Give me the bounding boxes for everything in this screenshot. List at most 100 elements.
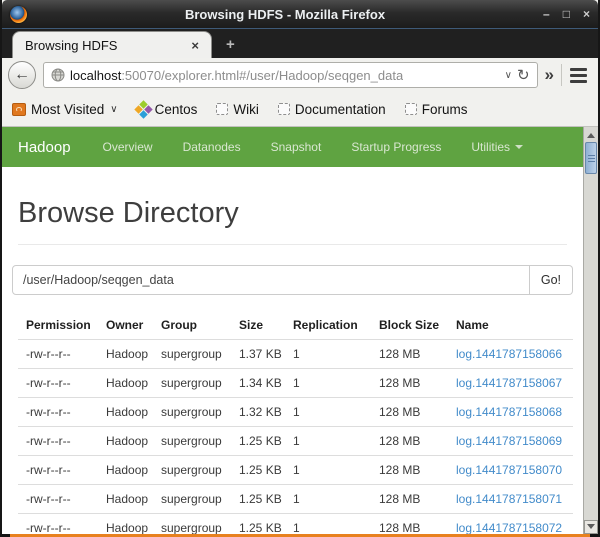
bookmark-wiki[interactable]: Wiki [216, 102, 259, 117]
table-cell: 1.34 KB [231, 369, 285, 398]
table-cell: 128 MB [371, 485, 448, 514]
nav-link-utilities-label: Utilities [471, 140, 510, 154]
file-link[interactable]: log.1441787158069 [456, 434, 562, 448]
table-cell: Hadoop [98, 485, 153, 514]
col-name: Name [448, 311, 573, 340]
url-bar[interactable]: localhost :50070/explorer.html#/user/Had… [43, 62, 538, 88]
table-cell: Hadoop [98, 427, 153, 456]
caret-down-icon [515, 145, 523, 153]
window-title: Browsing HDFS - Mozilla Firefox [27, 7, 543, 22]
table-header-row: Permission Owner Group Size Replication … [18, 311, 573, 340]
bookmark-most-visited[interactable]: Most Visited ∨ [12, 102, 118, 117]
col-replication: Replication [285, 311, 371, 340]
table-cell: 1.25 KB [231, 514, 285, 535]
table-cell: 1 [285, 369, 371, 398]
close-icon[interactable]: × [583, 8, 590, 20]
file-table: Permission Owner Group Size Replication … [18, 311, 573, 534]
table-cell: -rw-r--r-- [18, 456, 98, 485]
table-cell: supergroup [153, 485, 231, 514]
tab-close-icon[interactable]: × [191, 38, 199, 53]
overflow-chevron-icon[interactable]: » [545, 65, 554, 85]
url-path: :50070/explorer.html#/user/Hadoop/seqgen… [121, 68, 403, 83]
bookmark-label: Forums [422, 102, 468, 117]
table-cell: 128 MB [371, 456, 448, 485]
table-cell: Hadoop [98, 398, 153, 427]
tab-browsing-hdfs[interactable]: Browsing HDFS × [12, 31, 212, 58]
table-cell: 1 [285, 456, 371, 485]
file-link[interactable]: log.1441787158070 [456, 463, 562, 477]
col-size: Size [231, 311, 285, 340]
table-cell: 1.25 KB [231, 427, 285, 456]
table-row: -rw-r--r--Hadoopsupergroup1.37 KB1128 MB… [18, 340, 573, 369]
bookmark-placeholder-icon [278, 103, 290, 115]
table-cell: -rw-r--r-- [18, 427, 98, 456]
table-cell: 1.25 KB [231, 485, 285, 514]
table-row: -rw-r--r--Hadoopsupergroup1.25 KB1128 MB… [18, 485, 573, 514]
scrollbar-thumb[interactable] [585, 142, 597, 174]
maximize-icon[interactable]: □ [563, 8, 570, 20]
table-cell: log.1441787158067 [448, 369, 573, 398]
browser-window: Browsing HDFS - Mozilla Firefox – □ × Br… [0, 0, 600, 537]
navigation-toolbar: ← localhost :50070/explorer.html#/user/H… [2, 58, 598, 92]
table-cell: 1.37 KB [231, 340, 285, 369]
table-row: -rw-r--r--Hadoopsupergroup1.25 KB1128 MB… [18, 456, 573, 485]
directory-path-input[interactable] [12, 265, 530, 295]
table-row: -rw-r--r--Hadoopsupergroup1.25 KB1128 MB… [18, 514, 573, 535]
scroll-down-icon[interactable] [584, 520, 598, 534]
hdfs-page: Hadoop Overview Datanodes Snapshot Start… [2, 127, 583, 534]
table-cell: 128 MB [371, 369, 448, 398]
table-cell: 128 MB [371, 427, 448, 456]
table-cell: log.1441787158068 [448, 398, 573, 427]
file-link[interactable]: log.1441787158068 [456, 405, 562, 419]
window-controls: – □ × [543, 8, 590, 20]
file-link[interactable]: log.1441787158071 [456, 492, 562, 506]
hadoop-navbar: Hadoop Overview Datanodes Snapshot Start… [2, 127, 583, 167]
bookmark-forums[interactable]: Forums [405, 102, 468, 117]
table-cell: log.1441787158070 [448, 456, 573, 485]
url-history-dropdown-icon[interactable]: ∨ [505, 70, 512, 81]
nav-link-datanodes[interactable]: Datanodes [183, 140, 241, 154]
navbar-brand-hadoop[interactable]: Hadoop [18, 139, 71, 156]
minimize-icon[interactable]: – [543, 8, 550, 20]
nav-link-overview[interactable]: Overview [103, 140, 153, 154]
path-input-group: Go! [12, 265, 573, 295]
new-tab-icon[interactable]: + [226, 37, 235, 52]
nav-link-utilities[interactable]: Utilities [471, 140, 523, 154]
bookmark-documentation[interactable]: Documentation [278, 102, 386, 117]
bookmark-placeholder-icon [216, 103, 228, 115]
back-button[interactable]: ← [8, 61, 36, 89]
bookmark-label: Centos [155, 102, 198, 117]
navbar-links: Overview Datanodes Snapshot Startup Prog… [103, 140, 524, 154]
bookmark-label: Wiki [233, 102, 259, 117]
nav-link-startup-progress[interactable]: Startup Progress [351, 140, 441, 154]
page-title: Browse Directory [18, 197, 567, 230]
vertical-scrollbar[interactable] [583, 127, 598, 534]
reload-icon[interactable]: ↻ [517, 68, 530, 83]
file-link[interactable]: log.1441787158067 [456, 376, 562, 390]
file-link[interactable]: log.1441787158066 [456, 347, 562, 361]
table-cell: supergroup [153, 398, 231, 427]
table-row: -rw-r--r--Hadoopsupergroup1.32 KB1128 MB… [18, 398, 573, 427]
titlebar: Browsing HDFS - Mozilla Firefox – □ × [2, 0, 598, 28]
tab-bar: Browsing HDFS × + [2, 28, 598, 58]
bookmark-placeholder-icon [405, 103, 417, 115]
table-row: -rw-r--r--Hadoopsupergroup1.25 KB1128 MB… [18, 427, 573, 456]
bookmark-centos[interactable]: Centos [137, 102, 198, 117]
go-button[interactable]: Go! [530, 265, 573, 295]
table-cell: supergroup [153, 514, 231, 535]
tab-title: Browsing HDFS [25, 38, 183, 53]
hamburger-menu-icon[interactable] [569, 66, 588, 85]
toolbar-separator [561, 64, 562, 86]
file-table-body: -rw-r--r--Hadoopsupergroup1.37 KB1128 MB… [18, 340, 573, 535]
bookmark-label: Most Visited [31, 102, 104, 117]
table-cell: 1.25 KB [231, 456, 285, 485]
table-cell: log.1441787158066 [448, 340, 573, 369]
table-cell: -rw-r--r-- [18, 369, 98, 398]
table-cell: log.1441787158072 [448, 514, 573, 535]
nav-link-snapshot[interactable]: Snapshot [271, 140, 322, 154]
page-body: Browse Directory Go! Permission Owner [2, 167, 583, 534]
file-link[interactable]: log.1441787158072 [456, 521, 562, 534]
table-cell: log.1441787158071 [448, 485, 573, 514]
scroll-up-icon[interactable] [584, 127, 598, 141]
col-group: Group [153, 311, 231, 340]
